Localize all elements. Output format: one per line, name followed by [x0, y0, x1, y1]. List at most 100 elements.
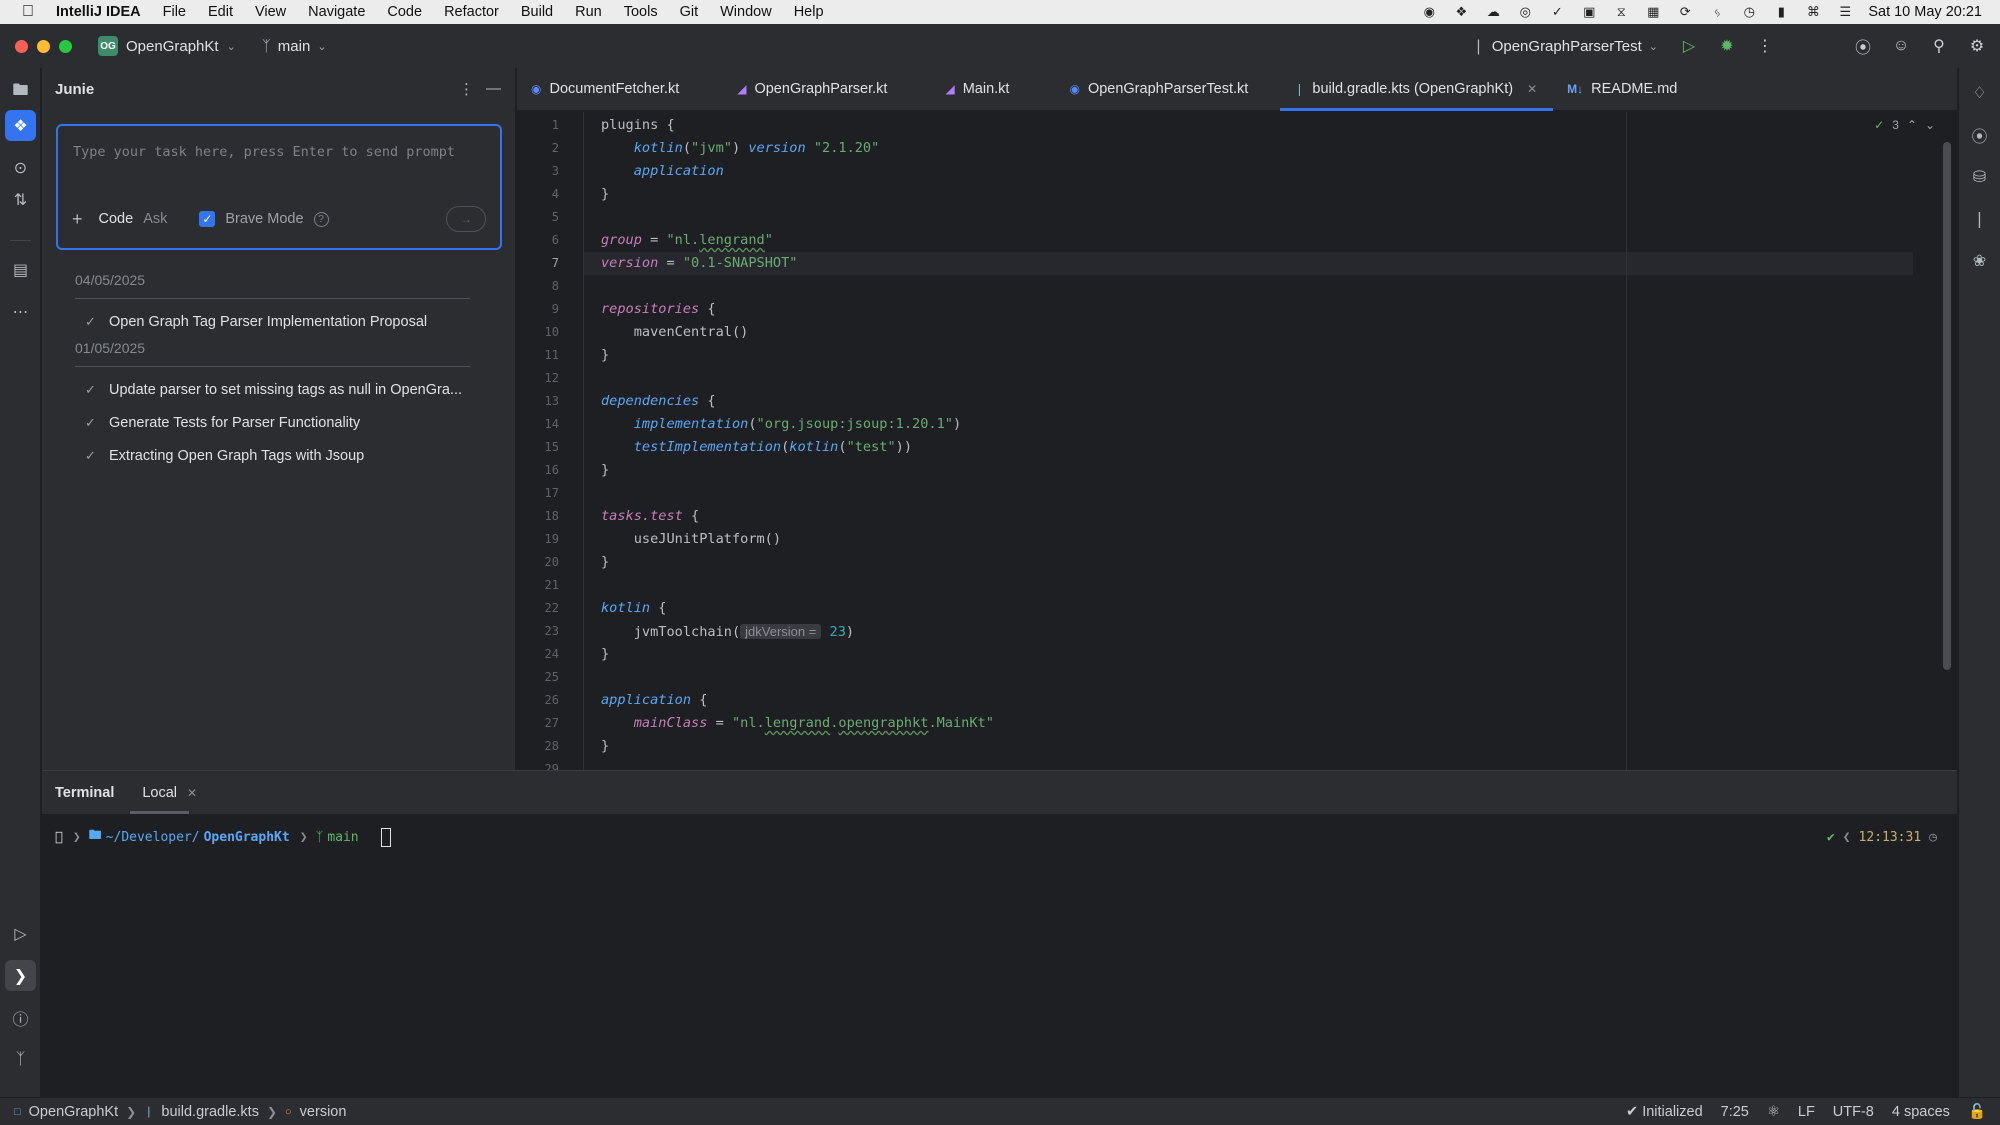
code-line[interactable]: group = "nl.lengrand": [601, 229, 773, 252]
project-folder-icon[interactable]: 🖿: [5, 77, 36, 108]
project-widget[interactable]: OG OpenGraphKt ⌄: [88, 31, 246, 61]
line-number[interactable]: 21: [519, 578, 559, 592]
code-line[interactable]: }: [601, 183, 609, 206]
grid-icon[interactable]: ▦: [1644, 4, 1662, 20]
terminal-tab-local[interactable]: Local ✕: [130, 771, 197, 814]
read-only-lock-icon[interactable]: 🔓: [1968, 1103, 1986, 1120]
code-line[interactable]: mavenCentral(): [601, 321, 749, 344]
audio-app-icon[interactable]: ◎: [1516, 4, 1534, 20]
line-number[interactable]: 25: [519, 670, 559, 684]
line-number[interactable]: 7: [519, 256, 559, 270]
task-prompt-input[interactable]: [73, 141, 473, 163]
run-icon[interactable]: ▷: [1674, 31, 1704, 61]
junie-icon[interactable]: ❖: [5, 110, 36, 141]
apple-menu-icon[interactable]: : [0, 3, 56, 21]
tab-build-gradle[interactable]: ❘ build.gradle.kts (OpenGraphKt) ✕: [1280, 68, 1553, 111]
onepassword-icon[interactable]: ◉: [1420, 4, 1438, 20]
line-number[interactable]: 19: [519, 532, 559, 546]
line-number[interactable]: 27: [519, 716, 559, 730]
code-line[interactable]: }: [601, 551, 609, 574]
notifications-bell-icon[interactable]: ♢: [1964, 77, 1995, 108]
gradle-icon[interactable]: ❘: [1964, 203, 1995, 234]
menu-build[interactable]: Build: [510, 4, 564, 20]
database-icon[interactable]: ⛁: [1964, 161, 1995, 192]
code-line[interactable]: }: [601, 735, 609, 758]
search-icon[interactable]: ⚲: [1924, 31, 1954, 61]
line-number[interactable]: 28: [519, 739, 559, 753]
line-number[interactable]: 13: [519, 394, 559, 408]
history-item[interactable]: ✓ Extracting Open Graph Tags with Jsoup: [75, 439, 475, 472]
minimize-window-button[interactable]: [37, 39, 50, 53]
checkmark-circle-icon[interactable]: ✓: [1548, 4, 1566, 20]
breadcrumb-symbol[interactable]: version: [300, 1104, 347, 1120]
chevron-down-icon[interactable]: ⌄: [1925, 118, 1935, 132]
code-line[interactable]: mainClass = "nl.lengrand.opengraphkt.Mai…: [601, 712, 994, 735]
terminal-icon[interactable]: ❯: [5, 960, 36, 991]
line-number[interactable]: 24: [519, 647, 559, 661]
breadcrumb-file[interactable]: build.gradle.kts: [161, 1104, 259, 1120]
wifi-icon[interactable]: ⌘: [1804, 4, 1822, 20]
vcs-branch-widget[interactable]: ᛉ main ⌄: [252, 33, 337, 60]
menu-code[interactable]: Code: [376, 4, 433, 20]
tab-document-fetcher[interactable]: ◉ DocumentFetcher.kt: [517, 68, 695, 110]
line-number[interactable]: 20: [519, 555, 559, 569]
breadcrumb-project[interactable]: OpenGraphKt: [29, 1104, 118, 1120]
line-number[interactable]: 10: [519, 325, 559, 339]
help-question-icon[interactable]: ?: [313, 211, 329, 227]
tab-readme[interactable]: M↓ README.md: [1553, 68, 1693, 110]
menu-tools[interactable]: Tools: [613, 4, 669, 20]
line-number[interactable]: 14: [519, 417, 559, 431]
code-line[interactable]: dependencies {: [601, 390, 716, 413]
options-menu-icon[interactable]: ⋮: [459, 80, 474, 98]
ai-assistant-icon[interactable]: ⦿: [1964, 119, 1995, 150]
menu-help[interactable]: Help: [783, 4, 835, 20]
git-icon[interactable]: ᛉ: [5, 1044, 36, 1075]
line-number[interactable]: 3: [519, 164, 559, 178]
structure-icon[interactable]: ▤: [5, 254, 36, 285]
tab-main[interactable]: ◢ Main.kt: [931, 68, 1025, 110]
code-line[interactable]: }: [601, 344, 609, 367]
services-icon[interactable]: ▷: [5, 918, 36, 949]
code-line[interactable]: application {: [601, 689, 707, 712]
time-machine-icon[interactable]: ◷: [1740, 4, 1758, 20]
battery-icon[interactable]: ▮: [1772, 4, 1790, 20]
line-number[interactable]: 18: [519, 509, 559, 523]
brave-mode-checkbox[interactable]: ✓: [199, 211, 216, 227]
line-number[interactable]: 8: [519, 279, 559, 293]
history-item[interactable]: ✓ Update parser to set missing tags as n…: [75, 373, 475, 406]
line-number[interactable]: 26: [519, 693, 559, 707]
code-line[interactable]: plugins {: [601, 114, 675, 137]
menu-edit[interactable]: Edit: [197, 4, 244, 20]
line-number[interactable]: 6: [519, 233, 559, 247]
zoom-window-button[interactable]: [59, 39, 72, 53]
close-tab-icon[interactable]: ✕: [1527, 82, 1537, 96]
line-number[interactable]: 4: [519, 187, 559, 201]
caret-position[interactable]: 7:25: [1721, 1104, 1749, 1120]
more-tool-windows-icon[interactable]: ⋯: [5, 296, 36, 327]
code-editor[interactable]: 1 2 3 4 5 6 7 8 9 10 11 12 13 14 15 16 17 18 19 20 21 22 23 24 2…: [517, 112, 1957, 770]
menu-git[interactable]: Git: [669, 4, 710, 20]
menu-view[interactable]: View: [244, 4, 297, 20]
box-icon[interactable]: ▣: [1580, 4, 1598, 20]
menu-run[interactable]: Run: [564, 4, 613, 20]
code-line[interactable]: kotlin("jvm") version "2.1.20": [601, 137, 880, 160]
code-line[interactable]: }: [601, 459, 609, 482]
sync-icon[interactable]: ⟳: [1676, 4, 1694, 20]
code-line[interactable]: version = "0.1-SNAPSHOT": [601, 252, 797, 275]
line-number[interactable]: 15: [519, 440, 559, 454]
commit-icon[interactable]: ⊙: [5, 152, 36, 183]
settings-gear-icon[interactable]: ⚙: [1962, 31, 1992, 61]
line-number[interactable]: 9: [519, 302, 559, 316]
editor-scrollbar[interactable]: [1943, 142, 1951, 670]
line-number[interactable]: 11: [519, 348, 559, 362]
problems-icon[interactable]: ⓘ: [5, 1002, 36, 1033]
line-number[interactable]: 1: [519, 118, 559, 132]
line-number[interactable]: 29: [519, 762, 559, 770]
dropbox-icon[interactable]: ❖: [1452, 4, 1470, 20]
terminal-prompt-line[interactable]:  ❯ 🖿 ~/Developer/OpenGraphKt ❯ ᛉ main ✔…: [55, 827, 1937, 847]
line-number[interactable]: 5: [519, 210, 559, 224]
history-item[interactable]: ✓ Open Graph Tag Parser Implementation P…: [75, 305, 475, 338]
code-line[interactable]: testImplementation(kotlin("test")): [601, 436, 912, 459]
network-icon[interactable]: ⧖: [1612, 4, 1630, 20]
run-configuration-selector[interactable]: ❘ OpenGraphParserTest ⌄: [1464, 32, 1666, 60]
